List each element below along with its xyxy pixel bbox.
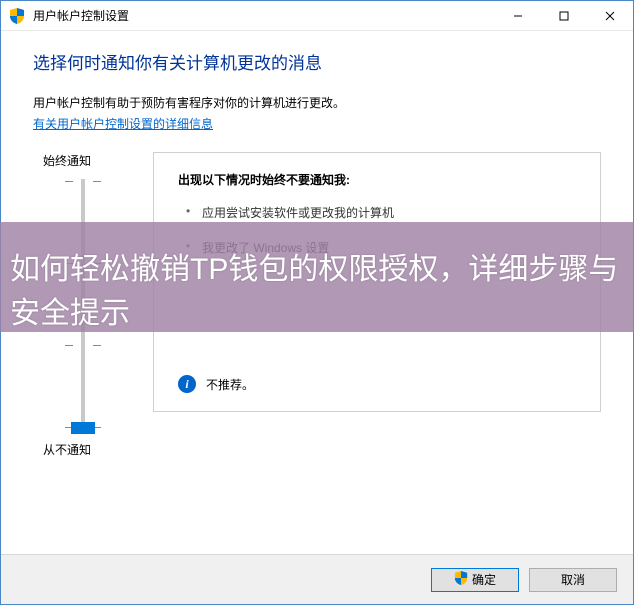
footer-bar: 确定 取消	[1, 554, 633, 604]
info-heading: 出现以下情况时始终不要通知我:	[178, 171, 580, 188]
maximize-button[interactable]	[541, 1, 587, 31]
uac-shield-icon	[454, 571, 468, 588]
slider-label-top: 始终通知	[33, 152, 91, 169]
page-heading: 选择何时通知你有关计算机更改的消息	[33, 49, 601, 74]
recommendation-text: 不推荐。	[206, 376, 254, 393]
info-item: 应用尝试安装软件或更改我的计算机	[186, 204, 580, 221]
window-title: 用户帐户控制设置	[33, 7, 495, 24]
titlebar: 用户帐户控制设置	[1, 1, 633, 31]
cancel-button[interactable]: 取消	[529, 568, 617, 592]
slider-thumb[interactable]	[71, 422, 95, 434]
overlay-caption: 如何轻松撤销TP钱包的权限授权，详细步骤与安全提示	[10, 248, 624, 335]
minimize-button[interactable]	[495, 1, 541, 31]
cancel-label: 取消	[561, 571, 585, 588]
slider-label-bottom: 从不通知	[33, 441, 91, 458]
page-description: 用户帐户控制有助于预防有害程序对你的计算机进行更改。	[33, 94, 601, 111]
ok-label: 确定	[472, 571, 496, 588]
close-button[interactable]	[587, 1, 633, 31]
ok-button[interactable]: 确定	[431, 568, 519, 592]
info-icon: i	[178, 375, 196, 393]
recommendation-row: i 不推荐。	[178, 375, 254, 393]
window-controls	[495, 1, 633, 30]
uac-shield-icon	[9, 8, 25, 24]
details-link[interactable]: 有关用户帐户控制设置的详细信息	[33, 115, 213, 132]
